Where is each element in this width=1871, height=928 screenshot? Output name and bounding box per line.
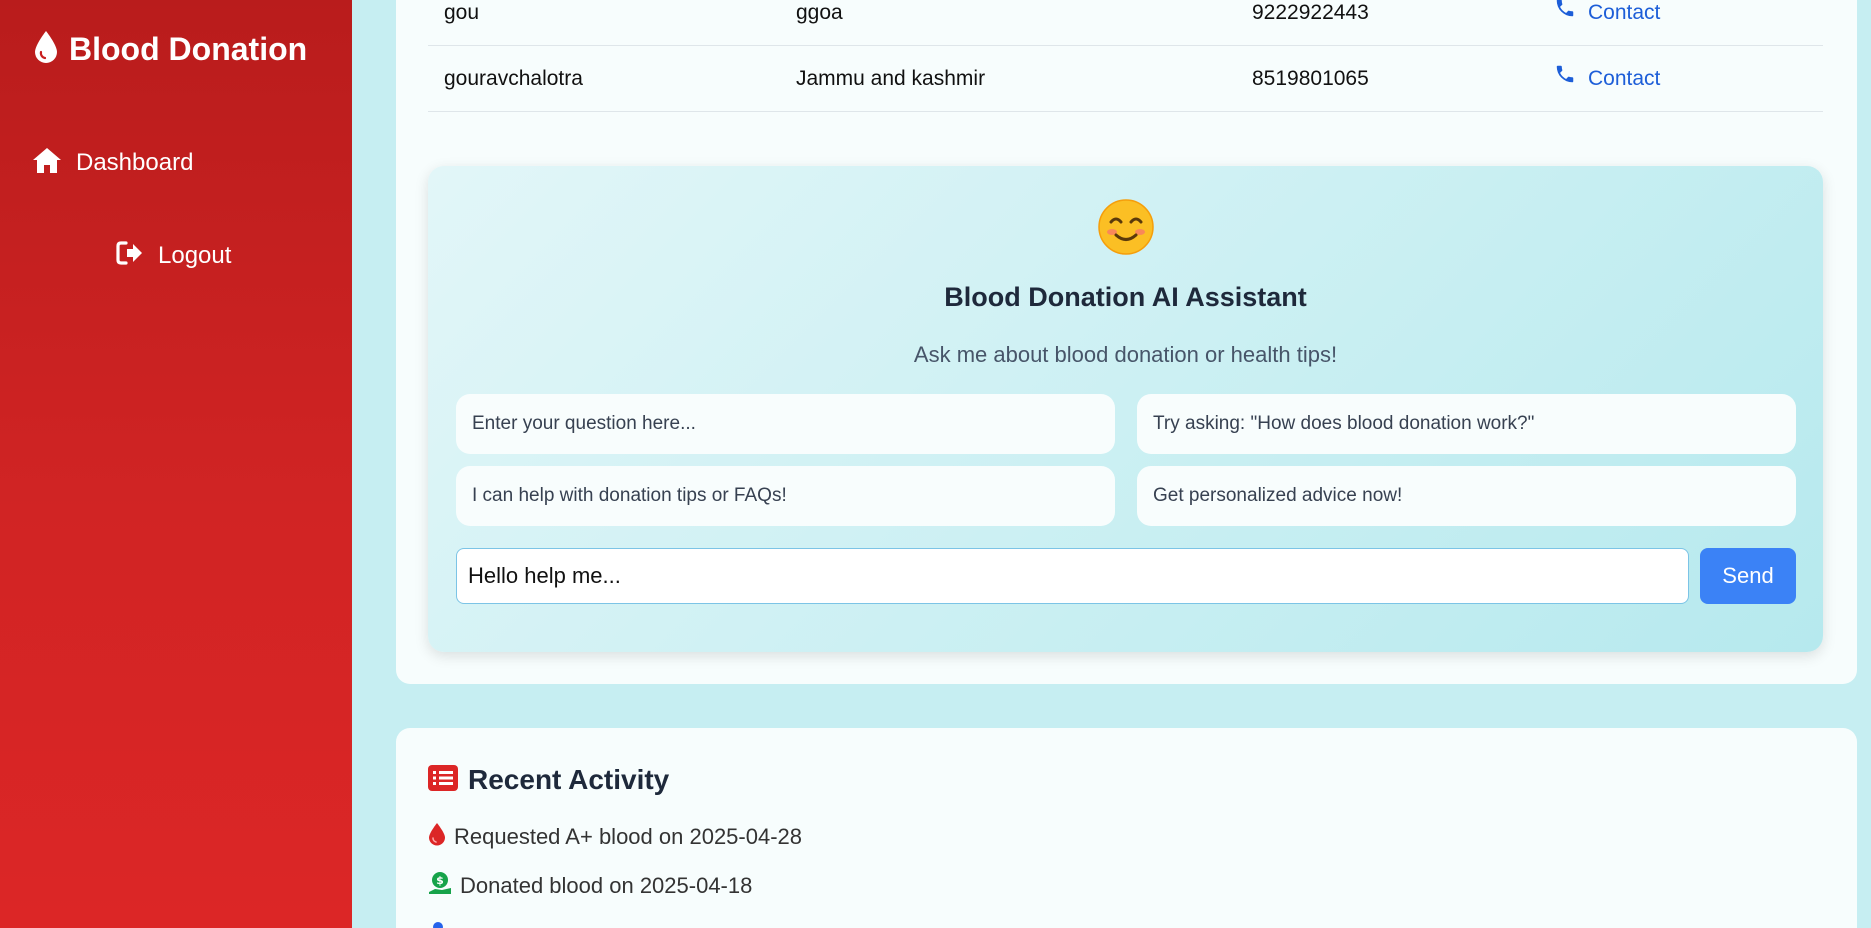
assistant-subtitle: Ask me about blood donation or health ti… bbox=[913, 342, 1338, 367]
recent-activity-header: Recent Activity bbox=[428, 764, 669, 796]
contact-link[interactable]: Contact bbox=[1554, 0, 1660, 46]
donor-location: ggoa bbox=[796, 1, 843, 24]
assistant-title: Blood Donation AI Assistant bbox=[944, 282, 1307, 312]
contact-label: Contact bbox=[1588, 1, 1661, 24]
list-icon bbox=[428, 764, 458, 796]
sidebar-item-label: Dashboard bbox=[76, 148, 194, 176]
contact-label: Contact bbox=[1588, 67, 1661, 90]
ai-assistant-card: Blood Donation AI Assistant Ask me about… bbox=[428, 166, 1823, 652]
user-icon bbox=[428, 920, 448, 928]
donor-name: gou bbox=[444, 1, 480, 24]
suggestion-chip[interactable]: Enter your question here... bbox=[456, 394, 1115, 454]
main-content: gou ggoa 9222922443 Contact gouravchalot… bbox=[352, 0, 1871, 928]
contact-link[interactable]: Contact bbox=[1554, 46, 1660, 112]
send-button[interactable]: Send bbox=[1700, 548, 1796, 604]
sidebar: Blood Donation Dashboard Logout bbox=[0, 0, 352, 928]
donor-name: gouravchalotra bbox=[444, 67, 583, 90]
activity-item-partial bbox=[428, 920, 448, 928]
smiling-face-icon bbox=[428, 198, 1823, 267]
activity-item: Requested A+ blood on 2025-04-28 bbox=[428, 822, 802, 852]
activity-item: $ Donated blood on 2025-04-18 bbox=[428, 871, 752, 901]
table-row: gouravchalotra Jammu and kashmir 8519801… bbox=[428, 46, 1823, 112]
brand[interactable]: Blood Donation bbox=[33, 30, 307, 69]
home-icon bbox=[32, 146, 62, 179]
suggestion-chip[interactable]: Try asking: "How does blood donation wor… bbox=[1137, 394, 1796, 454]
brand-title: Blood Donation bbox=[69, 31, 308, 67]
suggestion-chip[interactable]: I can help with donation tips or FAQs! bbox=[456, 466, 1115, 526]
phone-icon bbox=[1554, 46, 1576, 112]
recent-activity-title: Recent Activity bbox=[468, 764, 670, 795]
sidebar-item-label: Logout bbox=[158, 241, 232, 269]
activity-text: Requested A+ blood on 2025-04-28 bbox=[454, 824, 803, 849]
suggestion-chip[interactable]: Get personalized advice now! bbox=[1137, 466, 1796, 526]
activity-text: Donated blood on 2025-04-18 bbox=[460, 873, 753, 898]
phone-icon bbox=[1554, 0, 1576, 46]
donor-phone: 9222922443 bbox=[1252, 1, 1369, 24]
sidebar-item-dashboard[interactable]: Dashboard bbox=[32, 146, 193, 179]
table-row: gou ggoa 9222922443 Contact bbox=[428, 0, 1823, 46]
chat-input[interactable] bbox=[456, 548, 1689, 604]
donors-panel: gou ggoa 9222922443 Contact gouravchalot… bbox=[396, 0, 1857, 684]
recent-activity-panel: Recent Activity Requested A+ blood on 20… bbox=[396, 728, 1857, 928]
logout-icon bbox=[116, 240, 144, 271]
blood-drop-icon bbox=[33, 30, 59, 69]
sidebar-item-logout[interactable]: Logout bbox=[116, 240, 231, 271]
donor-location: Jammu and kashmir bbox=[796, 67, 986, 90]
donate-hand-icon: $ bbox=[428, 871, 452, 901]
donor-phone: 8519801065 bbox=[1252, 67, 1369, 90]
blood-drop-icon bbox=[428, 822, 446, 852]
svg-text:$: $ bbox=[436, 874, 444, 887]
